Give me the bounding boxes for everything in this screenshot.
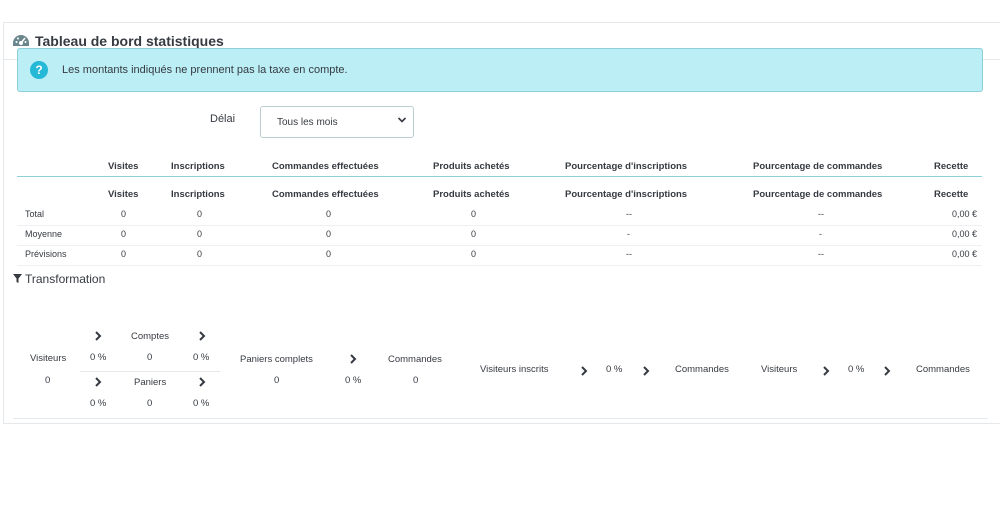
cell: 0 [471, 209, 477, 219]
divider [13, 418, 988, 419]
funnel-visitors-value: 0 [45, 375, 51, 386]
funnel-orders-label: Commandes [388, 354, 442, 365]
funnel-carts-label: Paniers [134, 377, 167, 388]
cell: -- [626, 209, 632, 219]
chevron-right-icon [199, 377, 206, 387]
cell: 0 [121, 229, 127, 239]
cell: 0 [471, 249, 477, 259]
col-visits: Visites [108, 189, 139, 200]
funnel-carts-value: 0 [147, 398, 153, 409]
delay-select-value: Tous les mois [277, 117, 338, 128]
cell: -- [818, 249, 824, 259]
funnel-pct: 0 % [345, 375, 362, 386]
transformation-title-text: Transformation [25, 272, 106, 286]
chevron-right-icon [643, 366, 650, 376]
dashboard-icon [13, 35, 29, 46]
cell: 0 [197, 229, 203, 239]
row-label: Total [25, 209, 45, 219]
funnel-pct: 0 % [90, 352, 107, 363]
table-header-bottom: Visites Inscriptions Commandes effectuée… [17, 186, 982, 204]
chevron-right-icon [95, 377, 102, 387]
registered-pct: 0 % [606, 364, 623, 375]
chevron-right-icon [823, 366, 830, 376]
cell: - [819, 229, 822, 239]
table-row-average: Moyenne 0 0 0 0 - - 0,00 € [17, 226, 982, 246]
col-registrations: Inscriptions [171, 189, 225, 200]
cell: - [627, 229, 630, 239]
table-row-forecast: Prévisions 0 0 0 0 -- -- 0,00 € [17, 246, 982, 266]
col-reg-pct: Pourcentage d'inscriptions [565, 189, 688, 200]
chevron-right-icon [95, 331, 102, 341]
divider [80, 371, 220, 372]
cell: 0 [326, 209, 332, 219]
col-revenue: Recette [934, 161, 969, 172]
info-alert: ? Les montants indiqués ne prennent pas … [17, 48, 983, 92]
panel-title: Tableau de bord statistiques [35, 33, 224, 49]
alert-message: Les montants indiqués ne prennent pas la… [62, 64, 348, 76]
question-circle-icon: ? [30, 61, 48, 79]
chevron-right-icon [581, 366, 588, 376]
table-row-total: Total 0 0 0 0 -- -- 0,00 € [17, 206, 982, 226]
cell: -- [818, 209, 824, 219]
col-products: Produits achetés [433, 161, 510, 172]
delay-select[interactable]: Tous les mois [260, 106, 414, 138]
row-label: Prévisions [25, 249, 67, 259]
transformation-title: Transformation [13, 272, 105, 286]
cell: 0 [471, 229, 477, 239]
delay-label: Délai [210, 113, 236, 125]
chevron-down-icon [397, 117, 407, 123]
funnel-full-carts-label: Paniers complets [240, 354, 313, 365]
cell: 0 [197, 249, 203, 259]
cell: 0 [197, 209, 203, 219]
cell: 0,00 € [952, 229, 978, 239]
visitors2-orders-label: Commandes [916, 364, 970, 375]
registered-visitors-label: Visiteurs inscrits [480, 364, 549, 375]
visitors2-label: Visiteurs [761, 364, 798, 375]
cell: 0 [326, 229, 332, 239]
col-products: Produits achetés [433, 189, 510, 200]
funnel-full-carts-value: 0 [274, 375, 280, 386]
funnel-pct: 0 % [90, 398, 107, 409]
col-registrations: Inscriptions [171, 161, 225, 172]
col-visits: Visites [108, 161, 139, 172]
cell: 0,00 € [952, 249, 978, 259]
funnel-accounts-value: 0 [147, 352, 153, 363]
registered-orders-label: Commandes [675, 364, 729, 375]
table-header-top: Visites Inscriptions Commandes effectuée… [17, 158, 982, 177]
col-order-pct: Pourcentage de commandes [753, 189, 883, 200]
visitors2-pct: 0 % [848, 364, 865, 375]
filter-icon [13, 274, 22, 283]
funnel-pct: 0 % [193, 352, 210, 363]
cell: 0,00 € [952, 209, 978, 219]
chevron-right-icon [884, 366, 891, 376]
col-orders: Commandes effectuées [272, 161, 379, 172]
chevron-right-icon [350, 354, 357, 364]
col-reg-pct: Pourcentage d'inscriptions [565, 161, 688, 172]
funnel-pct: 0 % [193, 398, 210, 409]
col-revenue: Recette [934, 189, 969, 200]
funnel-orders-value: 0 [413, 375, 419, 386]
cell: 0 [121, 209, 127, 219]
funnel-visitors-label: Visiteurs [30, 353, 67, 364]
row-label: Moyenne [25, 229, 63, 239]
cell: 0 [326, 249, 332, 259]
col-order-pct: Pourcentage de commandes [753, 161, 883, 172]
funnel-accounts-label: Comptes [131, 331, 170, 342]
cell: -- [626, 249, 632, 259]
chevron-right-icon [199, 331, 206, 341]
col-orders: Commandes effectuées [272, 189, 379, 200]
cell: 0 [121, 249, 127, 259]
